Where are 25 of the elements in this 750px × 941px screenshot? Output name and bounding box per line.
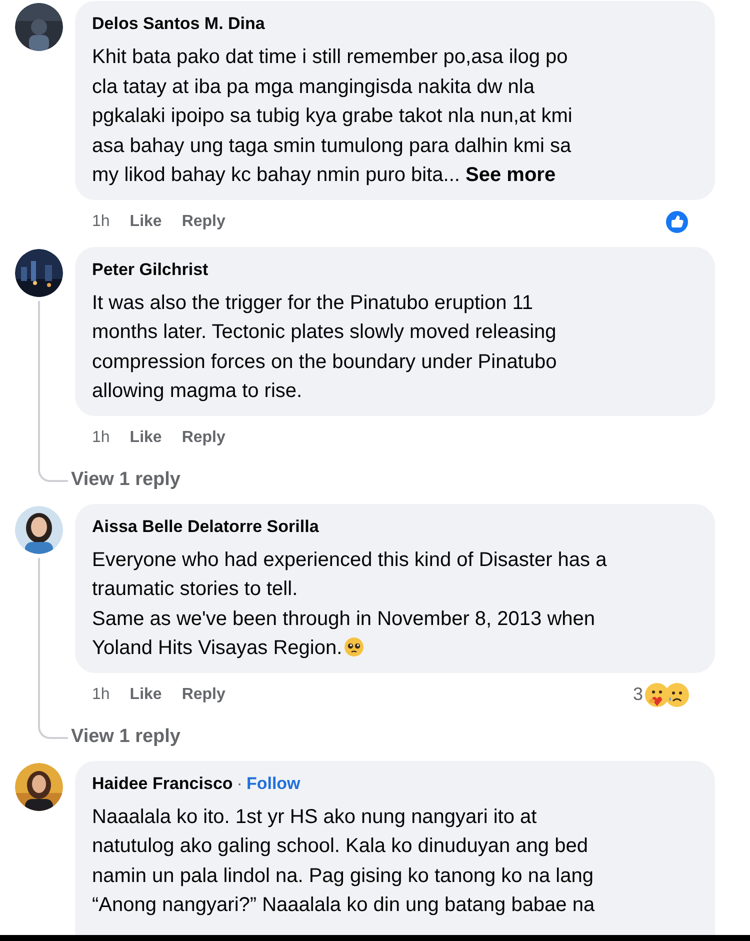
comment-time[interactable]: 1h (92, 426, 110, 450)
view-replies-link[interactable]: View 1 reply (71, 722, 180, 751)
reaction-count: 3 (632, 683, 643, 706)
author-name[interactable]: Peter Gilchrist (92, 258, 208, 280)
teary-face-icon (344, 637, 364, 657)
view-replies-link[interactable]: View 1 reply (71, 466, 180, 494)
author-name[interactable]: Delos Santos M. Dina (92, 13, 265, 35)
author-name[interactable]: Haidee Francisco (92, 772, 233, 794)
follow-link[interactable]: Follow (246, 772, 300, 794)
comment-text: Everyone who had experienced this kind of Disaster has a traumatic stories to tell. Same as we've been through in November 8, 2013 when Yoland Hits Visayas Region. (92, 548, 608, 661)
comment-text: Naaalala ko ito. 1st yr HS ako nung nangyari ito at natutulog ako galing school. Kala ko dinuduyan ang bed namin un pala lindol na. Pag gising ko tanong ko na lang “Anong nangyari?” Naaalala ko din ung batang babae na (92, 804, 596, 918)
comment-text: It was also the trigger for the Pinatubo eruption 11 months later. Tectonic plates slowly moved releasing compression forces on the boundary under Pinatubo allowing magma to rise. (92, 290, 558, 404)
separator-dot: · (236, 772, 242, 794)
see-more-link[interactable]: See more (466, 164, 556, 186)
sad-face-icon (664, 682, 690, 708)
comment-action-link[interactable]: Reply (182, 682, 226, 706)
comment-action-link[interactable]: Like (130, 682, 162, 706)
comment-time[interactable]: 1h (92, 682, 110, 706)
author-name[interactable]: Aissa Belle Delatorre Sorilla (92, 516, 319, 538)
comment-action-link[interactable]: Reply (182, 426, 226, 450)
comment-action-link[interactable]: Like (130, 426, 162, 450)
comment-action-link[interactable]: Reply (182, 210, 226, 234)
comment-action-link[interactable]: Like (130, 210, 162, 234)
comment-time[interactable]: 1h (92, 210, 110, 234)
comment-text: Khit bata pako dat time i still remember po,asa ilog po cla tatay at iba pa mga mangingisda nakita dw nla pgkalaki ipoipo sa tubig kya grabe takot nla nun,at kmi asa bahay ung taga smin tumulong para dalhin kmi sa my likod bahay kc bahay nmin puro bita... See more (92, 45, 574, 188)
